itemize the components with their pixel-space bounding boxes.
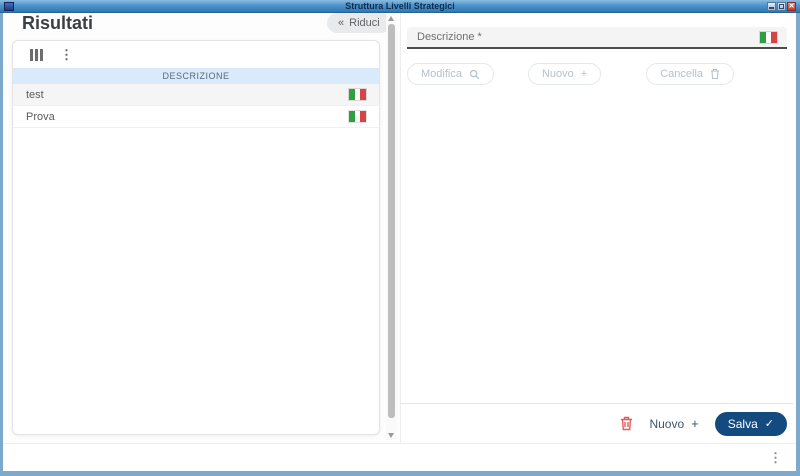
window-title: Struttura Livelli Strategici	[345, 1, 455, 11]
close-button[interactable]: ✕	[787, 2, 796, 11]
table-row[interactable]: Prova	[13, 106, 379, 128]
scrollbar-thumb[interactable]	[388, 24, 395, 418]
delete-trash-icon[interactable]	[620, 416, 633, 431]
minimize-icon	[769, 7, 774, 9]
footer-new-label: Nuovo	[649, 416, 685, 431]
search-icon	[469, 69, 480, 79]
new-button-disabled[interactable]: Nuovo +	[527, 63, 602, 85]
modify-button-label: Modifica	[421, 68, 462, 80]
modify-button[interactable]: Modifica	[407, 63, 494, 85]
delete-button-label: Cancella	[660, 68, 704, 80]
table-header: DESCRIZIONE	[13, 68, 379, 84]
page-title: Risultati	[22, 13, 94, 33]
action-buttons-row: Modifica Nuovo + Cancella	[407, 63, 735, 85]
italy-flag-icon	[348, 110, 367, 123]
description-label: Descrizione *	[417, 31, 482, 43]
description-input[interactable]: Descrizione *	[407, 27, 787, 49]
titlebar: Struttura Livelli Strategici ✕	[0, 0, 800, 13]
table-toolbar: ⋮	[13, 41, 379, 68]
scroll-down-icon[interactable]	[388, 433, 394, 438]
save-button[interactable]: Salva ✓	[714, 411, 787, 436]
vertical-scrollbar[interactable]	[386, 14, 397, 440]
plus-icon: +	[691, 416, 699, 431]
app-window: Struttura Livelli Strategici ✕ Risultati…	[0, 0, 800, 476]
detail-panel: Descrizione * Modifica Nuovo + Cancella	[400, 13, 793, 443]
table-row[interactable]: test	[13, 84, 379, 106]
plus-icon: +	[580, 68, 588, 80]
close-icon: ✕	[788, 3, 795, 10]
scroll-up-icon[interactable]	[388, 16, 394, 21]
check-icon: ✓	[764, 418, 774, 430]
window-border-left	[0, 13, 3, 476]
italy-flag-icon	[759, 30, 778, 44]
row-label: Prova	[26, 110, 55, 123]
bottom-bar: ⋮	[3, 443, 796, 471]
italy-flag-icon	[348, 88, 367, 101]
window-border-right	[796, 13, 800, 476]
delete-button[interactable]: Cancella	[646, 63, 735, 85]
new-button-label: Nuovo	[541, 68, 574, 80]
chevron-left-icon: «	[338, 17, 345, 29]
collapse-panel-button[interactable]: « Riduci	[327, 13, 391, 33]
columns-icon[interactable]	[30, 48, 43, 61]
trash-icon	[711, 68, 720, 80]
maximize-icon	[779, 4, 784, 9]
footer-new-button[interactable]: Nuovo +	[649, 416, 698, 431]
window-controls: ✕	[767, 2, 796, 11]
minimize-button[interactable]	[767, 2, 776, 11]
window-border-bottom	[0, 471, 800, 476]
table-menu-icon[interactable]: ⋮	[60, 48, 73, 61]
collapse-button-label: Riduci	[349, 17, 380, 29]
footer-actions: Nuovo + Salva ✓	[401, 404, 793, 443]
row-label: test	[26, 88, 44, 101]
bottom-menu-icon[interactable]: ⋮	[769, 451, 782, 464]
maximize-button[interactable]	[777, 2, 786, 11]
save-button-label: Salva	[727, 416, 758, 431]
results-card: ⋮ DESCRIZIONE test Prova	[12, 40, 380, 435]
